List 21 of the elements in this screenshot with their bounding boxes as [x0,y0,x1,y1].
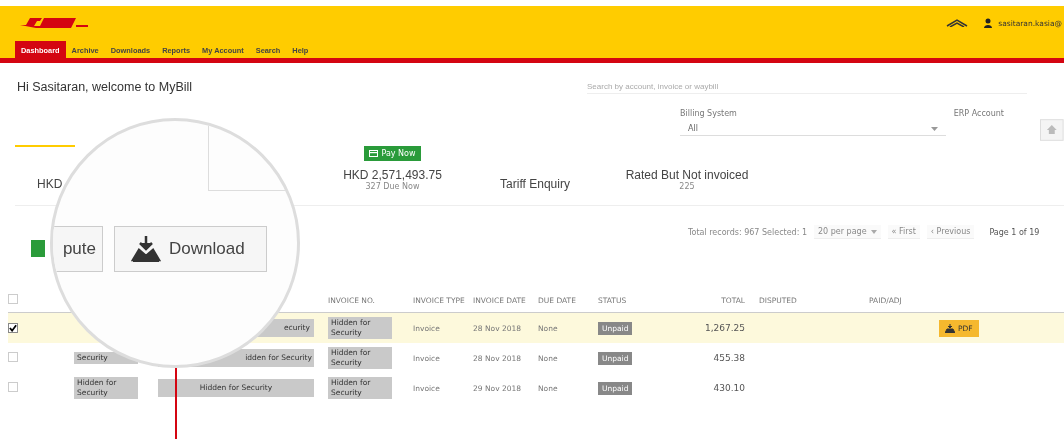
first-page-button[interactable]: « First [887,225,920,239]
summary-subtitle: 327 Due Now [365,182,420,191]
summary-subtitle: 225 [679,182,695,191]
billing-select[interactable]: All [680,122,946,136]
summary-title[interactable]: HKD 2,571,493.75 [343,168,442,182]
download-button[interactable]: Download [114,226,267,272]
summary-title[interactable]: Tariff Enquiry [500,177,570,191]
summary-title[interactable]: Rated But Not invoiced [625,168,749,182]
pay-now-button[interactable]: Pay Now [364,146,421,161]
total-cell-text: 430.10 [712,383,745,393]
filter-label: ERP Account [953,109,1005,118]
summary-title[interactable]: HKD [37,177,63,191]
dispute-button[interactable]: pute [53,226,103,272]
total-cell-text: 1,267.25 [703,323,745,333]
filter-label: Billing System [680,109,738,118]
welcome-text: Hi Sasitaran, welcome to MyBill [17,80,194,94]
total-cell-text: 455.38 [712,353,745,363]
records-count: Total records: 967 Selected: 1 [688,227,807,237]
previous-page-button[interactable]: ‹ Previous [926,225,975,239]
per-page-select[interactable]: 20 per page [814,225,881,239]
page-indicator: Page 1 of 19 [989,227,1040,237]
